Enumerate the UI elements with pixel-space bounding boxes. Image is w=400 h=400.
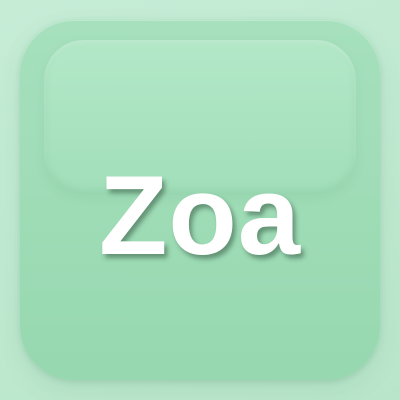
- app-icon-label: Zoa: [98, 153, 302, 278]
- app-icon[interactable]: Zoa: [20, 20, 380, 380]
